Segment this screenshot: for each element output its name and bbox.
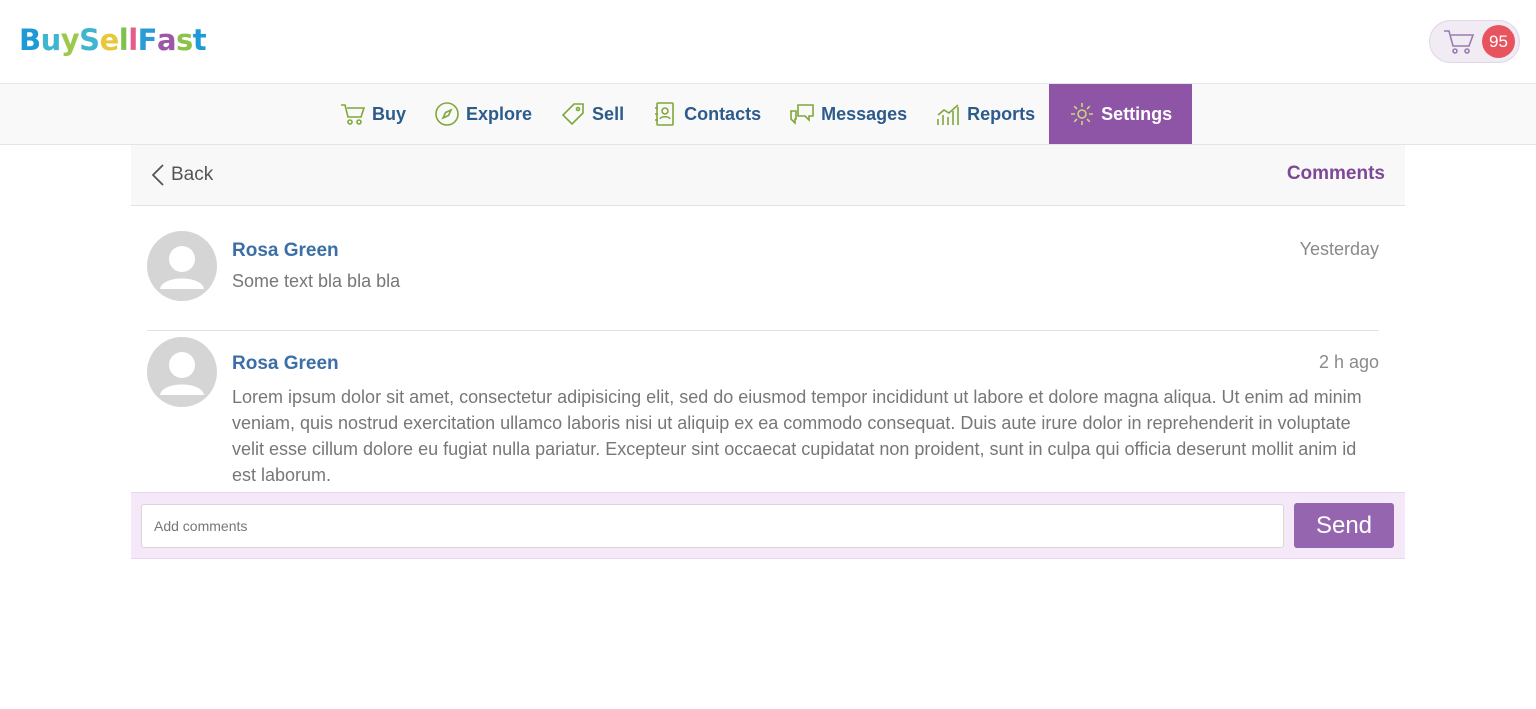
comment-time: 2 h ago: [1318, 352, 1379, 372]
compass-icon: [435, 102, 459, 126]
buysellfast-logo[interactable]: BuySellFast: [19, 20, 207, 60]
chevron-left-icon: [151, 164, 164, 186]
nav-label: Buy: [372, 103, 407, 124]
nav-item-contacts[interactable]: Contacts: [638, 84, 775, 144]
back-button[interactable]: Back: [151, 163, 213, 187]
nav-item-sell[interactable]: Sell: [546, 84, 638, 144]
cart-count-badge: 95: [1482, 25, 1515, 58]
logo-letter: s: [176, 23, 193, 57]
nav-label: Messages: [821, 103, 908, 124]
nav-label: Explore: [466, 103, 533, 124]
comment-author[interactable]: Rosa Green: [232, 353, 339, 375]
address-book-icon: [655, 102, 674, 126]
nav-label: Settings: [1101, 103, 1173, 124]
tag-icon: [561, 103, 584, 126]
avatar: [147, 231, 217, 301]
cart-icon: [1444, 30, 1475, 54]
send-button[interactable]: Send: [1294, 503, 1394, 548]
comment-composer: Send: [131, 492, 1405, 559]
comment-text: Some text bla bla bla: [232, 271, 401, 291]
chat-bubbles-icon: [790, 104, 814, 125]
nav-label: Contacts: [684, 103, 762, 124]
nav-item-buy[interactable]: Buy: [326, 84, 420, 144]
logo-letter: t: [192, 23, 207, 57]
nav-item-settings[interactable]: Settings: [1049, 84, 1193, 144]
nav-item-explore[interactable]: Explore: [420, 84, 546, 144]
logo-letter: e: [99, 23, 120, 57]
page-title: Comments: [1286, 163, 1385, 184]
cart-icon: [341, 104, 366, 125]
user-placeholder-icon: [160, 246, 204, 289]
main-nav: Buy Explore Sell Contacts Messages Repor…: [0, 84, 1536, 145]
logo-letter: u: [40, 23, 62, 57]
user-placeholder-icon: [160, 352, 204, 395]
comment-item: Rosa Green Yesterday Some text bla bla b…: [147, 231, 1379, 331]
gear-icon: [1071, 103, 1094, 125]
logo-letter: l: [128, 23, 138, 57]
avatar: [147, 337, 217, 407]
nav-label: Reports: [967, 103, 1036, 124]
logo-letter: y: [60, 23, 80, 57]
comment-author[interactable]: Rosa Green: [232, 240, 339, 262]
nav-item-messages[interactable]: Messages: [775, 84, 921, 144]
app-header: BuySellFast 95: [0, 0, 1536, 84]
nav-label: Sell: [592, 103, 625, 124]
add-comment-input[interactable]: [141, 504, 1284, 548]
logo-letter: l: [118, 23, 129, 57]
panel-header: Back Comments: [131, 145, 1405, 206]
comment-text: Lorem ipsum dolor sit amet, consectetur …: [232, 387, 1362, 485]
back-label: Back: [171, 164, 214, 185]
logo-letter: S: [79, 23, 100, 57]
cart-button[interactable]: 95: [1429, 20, 1520, 63]
bar-chart-icon: [937, 104, 959, 125]
logo-letter: F: [137, 23, 158, 57]
comments-panel: Back Comments Rosa Green Yesterday Some …: [131, 145, 1405, 516]
nav-item-reports[interactable]: Reports: [921, 84, 1049, 144]
logo-letter: B: [19, 23, 41, 57]
logo-letter: a: [156, 23, 177, 57]
comment-item: Rosa Green 2 h ago Lorem ipsum dolor sit…: [147, 331, 1379, 516]
comment-time: Yesterday: [1299, 239, 1379, 259]
